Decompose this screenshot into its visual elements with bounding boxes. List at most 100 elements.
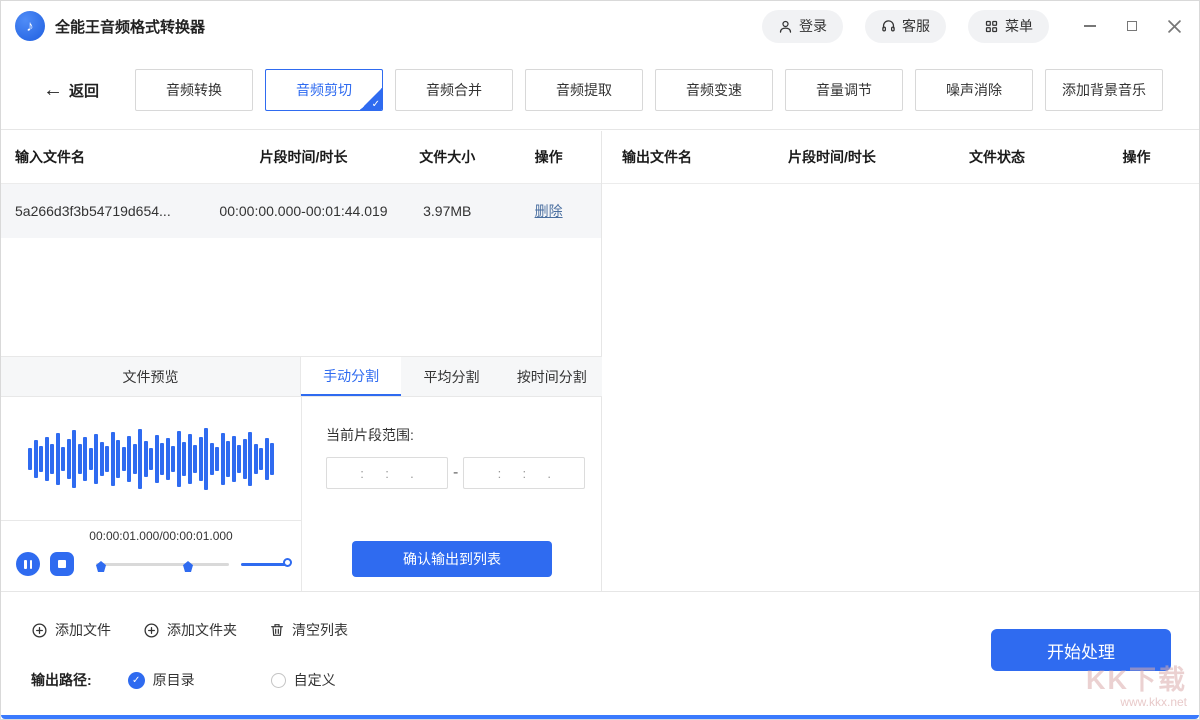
stop-button[interactable] bbox=[50, 552, 74, 576]
tab-noise-removal[interactable]: 噪声消除 bbox=[915, 69, 1033, 111]
tab-audio-cut[interactable]: 音频剪切 ✓ bbox=[265, 69, 383, 111]
list-actions: 添加文件 添加文件夹 清空列表 bbox=[31, 620, 348, 640]
tab-add-bgm[interactable]: 添加背景音乐 bbox=[1045, 69, 1163, 111]
back-arrow-icon: ← bbox=[43, 79, 63, 102]
start-processing-button[interactable]: 开始处理 bbox=[991, 629, 1171, 671]
output-path-label: 输出路径: bbox=[31, 670, 92, 690]
waveform-bar bbox=[83, 437, 87, 481]
menu-grid-icon bbox=[984, 19, 999, 34]
cell-file-size: 3.97MB bbox=[398, 203, 496, 219]
tab-time-split[interactable]: 按时间分割 bbox=[502, 357, 602, 396]
tab-label: 手动分割 bbox=[323, 366, 379, 386]
minimize-icon[interactable] bbox=[1083, 19, 1097, 33]
time-separator: : bbox=[523, 466, 527, 481]
time-separator: : bbox=[385, 466, 389, 481]
range-start-input[interactable]: : : . bbox=[326, 457, 448, 489]
time-separator: : bbox=[360, 466, 364, 481]
waveform-bar bbox=[100, 442, 104, 476]
back-button[interactable]: ← 返回 bbox=[43, 79, 99, 102]
clear-list-button[interactable]: 清空列表 bbox=[269, 620, 348, 640]
waveform-bar bbox=[243, 439, 247, 479]
watermark-url: www.kkx.net bbox=[1086, 696, 1187, 709]
login-button[interactable]: 登录 bbox=[762, 10, 843, 43]
tab-label: 添加背景音乐 bbox=[1062, 80, 1146, 100]
waveform-bar bbox=[182, 442, 186, 476]
waveform-bar bbox=[50, 444, 54, 474]
waveform-bar bbox=[259, 448, 263, 470]
waveform-bar bbox=[193, 445, 197, 473]
tab-label: 音频合并 bbox=[426, 80, 482, 100]
col-file-status: 文件状态 bbox=[922, 147, 1072, 167]
waveform-bar bbox=[34, 440, 38, 478]
volume-slider[interactable] bbox=[241, 563, 289, 566]
tab-volume-adjust[interactable]: 音量调节 bbox=[785, 69, 903, 111]
maximize-icon[interactable] bbox=[1125, 19, 1139, 33]
tab-label: 按时间分割 bbox=[517, 367, 587, 387]
radio-custom-label: 自定义 bbox=[294, 670, 336, 690]
waveform-bar bbox=[248, 432, 252, 486]
waveform-bar bbox=[199, 437, 203, 481]
volume-handle[interactable] bbox=[283, 558, 292, 567]
tab-average-split[interactable]: 平均分割 bbox=[401, 357, 501, 396]
seek-slider[interactable] bbox=[96, 563, 229, 566]
input-panel: 输入文件名 片段时间/时长 文件大小 操作 5a266d3f3b54719d65… bbox=[1, 131, 602, 591]
waveform-bar bbox=[116, 440, 120, 478]
tab-manual-split[interactable]: 手动分割 bbox=[301, 357, 401, 396]
content: 输入文件名 片段时间/时长 文件大小 操作 5a266d3f3b54719d65… bbox=[1, 131, 1200, 591]
preview-split-strip: 文件预览 手动分割 平均分割 按时间分割 bbox=[1, 356, 602, 397]
tab-audio-speed[interactable]: 音频变速 bbox=[655, 69, 773, 111]
waveform-bar bbox=[67, 439, 71, 479]
radio-original-dir[interactable]: ✓ 原目录 bbox=[128, 670, 195, 690]
tab-audio-extract[interactable]: 音频提取 bbox=[525, 69, 643, 111]
tab-label: 噪声消除 bbox=[946, 80, 1002, 100]
back-label: 返回 bbox=[69, 80, 99, 101]
waveform-bar bbox=[28, 448, 32, 470]
waveform-bar bbox=[221, 433, 225, 485]
titlebar: ♪ 全能王音频格式转换器 登录 客服 菜单 bbox=[1, 1, 1199, 51]
window-bottom-edge bbox=[1, 715, 1199, 719]
output-table-header: 输出文件名 片段时间/时长 文件状态 操作 bbox=[602, 131, 1200, 184]
waveform-bar bbox=[89, 448, 93, 470]
logo-note-glyph: ♪ bbox=[26, 18, 34, 35]
app-title: 全能王音频格式转换器 bbox=[55, 16, 205, 37]
add-folder-button[interactable]: 添加文件夹 bbox=[143, 620, 237, 640]
waveform-bar bbox=[171, 446, 175, 472]
waveform-bar bbox=[133, 444, 137, 474]
menu-button[interactable]: 菜单 bbox=[968, 10, 1049, 43]
range-end-input[interactable]: : : . bbox=[463, 457, 585, 489]
trash-icon bbox=[269, 622, 285, 638]
waveform-bar bbox=[78, 444, 82, 474]
tab-audio-merge[interactable]: 音频合并 bbox=[395, 69, 513, 111]
window-controls bbox=[1083, 19, 1181, 33]
col-file-size: 文件大小 bbox=[398, 147, 496, 167]
playback-time: 00:00:01.000/00:00:01.000 bbox=[73, 529, 249, 543]
table-row[interactable]: 5a266d3f3b54719d654... 00:00:00.000-00:0… bbox=[1, 184, 601, 238]
tab-audio-convert[interactable]: 音频转换 bbox=[135, 69, 253, 111]
waveform-bar bbox=[45, 437, 49, 481]
tab-label: 平均分割 bbox=[423, 367, 479, 387]
support-button[interactable]: 客服 bbox=[865, 10, 946, 43]
waveform-bar bbox=[39, 446, 43, 472]
waveform-bar bbox=[177, 431, 181, 487]
range-dash: - bbox=[453, 464, 458, 482]
waveform-bar bbox=[155, 435, 159, 483]
waveform-bar bbox=[61, 447, 65, 471]
time-separator: : bbox=[498, 466, 502, 481]
tab-label: 音频变速 bbox=[686, 80, 742, 100]
waveform-bar bbox=[265, 438, 269, 480]
waveform bbox=[1, 397, 301, 520]
waveform-bar bbox=[138, 429, 142, 489]
close-icon[interactable] bbox=[1167, 19, 1181, 33]
clear-list-label: 清空列表 bbox=[292, 620, 348, 640]
waveform-bar bbox=[226, 441, 230, 477]
waveform-bar bbox=[144, 441, 148, 477]
cell-filename: 5a266d3f3b54719d654... bbox=[1, 203, 209, 219]
waveform-bar bbox=[122, 447, 126, 471]
confirm-output-button[interactable]: 确认输出到列表 bbox=[352, 541, 552, 577]
pause-button[interactable] bbox=[16, 552, 40, 576]
delete-link[interactable]: 删除 bbox=[535, 203, 563, 219]
login-label: 登录 bbox=[799, 16, 827, 36]
output-panel: 输出文件名 片段时间/时长 文件状态 操作 bbox=[602, 131, 1200, 591]
add-file-button[interactable]: 添加文件 bbox=[31, 620, 111, 640]
radio-custom-dir[interactable]: 自定义 bbox=[271, 670, 336, 690]
